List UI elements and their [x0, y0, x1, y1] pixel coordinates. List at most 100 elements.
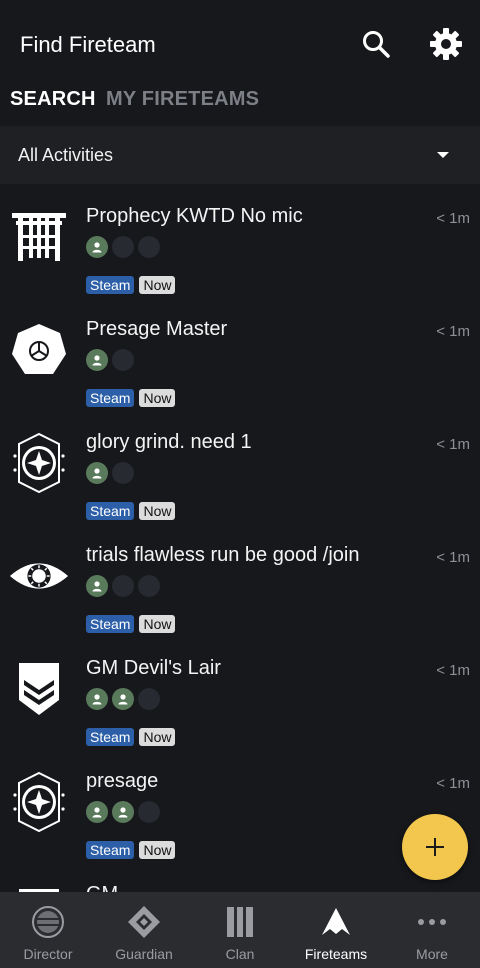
fireteam-time: < 1m — [436, 436, 470, 453]
member-slot-empty — [138, 236, 160, 258]
nav-director[interactable]: Director — [0, 892, 96, 968]
member-slot-empty — [112, 462, 134, 484]
prophecy-gate-icon — [8, 206, 70, 268]
nav-clan[interactable]: Clan — [192, 892, 288, 968]
plus-icon — [426, 838, 444, 856]
person-icon — [92, 355, 102, 366]
person-icon — [92, 468, 102, 479]
member-slot-filled — [86, 688, 108, 710]
fireteam-title: trials flawless run be good /join — [86, 544, 360, 566]
fireteam-tags: Steam Now — [86, 615, 176, 633]
time-badge: Now — [139, 502, 176, 520]
fireteam-title: presage — [86, 770, 159, 792]
page-title: Find Fireteam — [20, 32, 156, 57]
fireteam-slots — [86, 236, 160, 258]
nav-more[interactable]: More — [384, 892, 480, 968]
nav-label: More — [416, 946, 448, 962]
create-fireteam-button[interactable] — [402, 814, 468, 880]
time-badge: Now — [139, 728, 176, 746]
search-button[interactable] — [358, 26, 394, 62]
member-slot-empty — [112, 349, 134, 371]
fireteam-title: glory grind. need 1 — [86, 431, 252, 453]
fireteam-time: < 1m — [436, 775, 470, 792]
dropdown-caret-icon — [437, 152, 449, 158]
member-slot-empty — [138, 801, 160, 823]
member-slot-empty — [138, 575, 160, 597]
nav-guardian[interactable]: Guardian — [96, 892, 192, 968]
fireteam-row[interactable]: Prophecy KWTD No mic < 1m Steam Now — [0, 196, 480, 309]
dodecahedron-icon — [8, 319, 70, 381]
time-badge: Now — [139, 276, 176, 294]
guardian-icon — [126, 904, 162, 940]
tab-my-fireteams[interactable]: MY FIRETEAMS — [106, 88, 259, 111]
fireteam-title: GM ... — [86, 883, 140, 892]
fireteam-slots — [86, 688, 160, 710]
bottom-navigation: Director Guardian Clan Fireteams More — [0, 892, 480, 968]
fireteam-time: < 1m — [436, 210, 470, 227]
fireteam-title: Presage Master — [86, 318, 228, 340]
fireteam-tags: Steam Now — [86, 502, 176, 520]
nav-label: Guardian — [115, 946, 173, 962]
fireteam-row[interactable]: GM ... — [0, 874, 480, 892]
gear-icon — [430, 28, 462, 60]
platform-badge: Steam — [86, 502, 135, 520]
time-badge: Now — [139, 389, 176, 407]
nav-fireteams[interactable]: Fireteams — [288, 892, 384, 968]
fireteam-tags: Steam Now — [86, 276, 176, 294]
settings-button[interactable] — [428, 26, 464, 62]
fireteam-list[interactable]: Prophecy KWTD No mic < 1m Steam Now Pres… — [0, 196, 480, 892]
person-icon — [92, 581, 102, 592]
platform-badge: Steam — [86, 841, 135, 859]
nav-label: Director — [23, 946, 73, 962]
nav-label: Fireteams — [304, 946, 368, 962]
member-slot-filled — [86, 349, 108, 371]
platform-badge: Steam — [86, 389, 135, 407]
platform-badge: Steam — [86, 728, 135, 746]
fireteam-row[interactable]: GM Devil's Lair < 1m Steam Now — [0, 648, 480, 761]
fireteam-tags: Steam Now — [86, 841, 176, 859]
time-badge: Now — [139, 615, 176, 633]
tab-search[interactable]: SEARCH — [10, 88, 96, 111]
tab-bar: SEARCH MY FIRETEAMS — [0, 80, 480, 120]
fireteam-slots — [86, 801, 160, 823]
fireteam-time: < 1m — [436, 662, 470, 679]
vanguard-shield-icon — [8, 658, 70, 720]
member-slot-filled — [86, 462, 108, 484]
fireteam-row[interactable]: glory grind. need 1 < 1m Steam Now — [0, 422, 480, 535]
platform-badge: Steam — [86, 276, 135, 294]
member-slot-filled — [112, 688, 134, 710]
fireteam-tags: Steam Now — [86, 728, 176, 746]
vanguard-shield-icon — [8, 884, 70, 892]
crucible-star-icon — [8, 432, 70, 494]
search-icon — [363, 31, 390, 58]
fireteam-time: < 1m — [436, 323, 470, 340]
person-icon — [92, 807, 102, 818]
nav-label: Clan — [225, 946, 255, 962]
member-slot-empty — [112, 575, 134, 597]
member-slot-filled — [86, 575, 108, 597]
fireteam-slots — [86, 349, 134, 371]
fireteam-slots — [86, 462, 134, 484]
person-icon — [118, 694, 128, 705]
person-icon — [92, 242, 102, 253]
member-slot-empty — [138, 688, 160, 710]
trials-eye-icon — [8, 545, 70, 607]
activity-filter-dropdown[interactable]: All Activities — [0, 126, 480, 184]
fireteam-tags: Steam Now — [86, 389, 176, 407]
director-icon — [30, 904, 66, 940]
fireteam-row[interactable]: Presage Master < 1m Steam Now — [0, 309, 480, 422]
crucible-star-icon — [8, 771, 70, 833]
status-bar — [0, 0, 480, 10]
member-slot-filled — [86, 236, 108, 258]
member-slot-filled — [112, 801, 134, 823]
fireteam-row[interactable]: trials flawless run be good /join < 1m S… — [0, 535, 480, 648]
time-badge: Now — [139, 841, 176, 859]
person-icon — [92, 694, 102, 705]
more-icon — [414, 904, 450, 940]
fireteams-icon — [318, 904, 354, 940]
fireteam-time: < 1m — [436, 549, 470, 566]
activity-filter-value: All Activities — [18, 145, 114, 165]
fireteam-title: GM Devil's Lair — [86, 657, 221, 679]
member-slot-empty — [112, 236, 134, 258]
clan-icon — [222, 904, 258, 940]
